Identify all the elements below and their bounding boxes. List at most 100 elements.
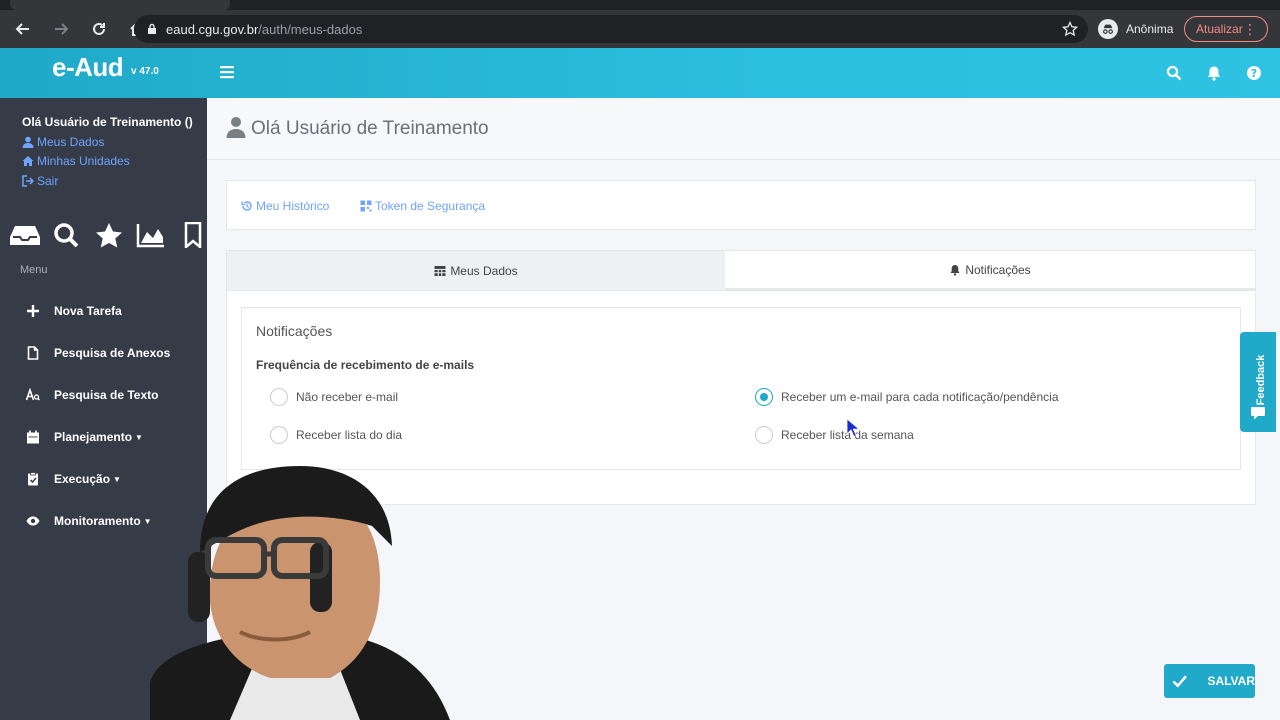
mouse-cursor-icon — [846, 418, 860, 438]
feedback-label: Feedback — [1255, 354, 1267, 406]
menu-item-label: Pesquisa de Anexos — [54, 346, 171, 360]
url-path: /auth/meus-dados — [258, 21, 363, 37]
help-icon[interactable]: ? — [1246, 65, 1262, 81]
security-token-link[interactable]: Token de Segurança — [360, 199, 485, 213]
area-chart-icon[interactable] — [136, 222, 166, 248]
radio-no-email[interactable] — [270, 388, 288, 406]
feedback-tab[interactable]: Feedback — [1240, 332, 1276, 432]
profile-tabs: Meus Dados Notificações — [226, 250, 1256, 291]
radio-daily-list[interactable] — [270, 426, 288, 444]
calendar-icon — [27, 430, 39, 444]
brand-logo[interactable]: e-Aud — [52, 52, 124, 83]
caret-down-icon: ▼ — [135, 432, 143, 442]
file-icon — [27, 346, 39, 360]
clipboard-check-icon — [28, 472, 38, 486]
panel-title: Notificações — [256, 323, 333, 339]
incognito-profile[interactable]: Anônima — [1098, 19, 1173, 39]
plus-icon — [27, 305, 39, 317]
tab-notifications[interactable]: Notificações — [725, 251, 1255, 290]
menu-item-execution[interactable]: Execução ▼ — [26, 472, 121, 486]
logout-link[interactable]: Sair — [22, 174, 58, 188]
qrcode-icon — [360, 200, 372, 212]
lock-icon — [148, 23, 156, 34]
app-header: e-Aud v 47.0 ? — [0, 48, 1280, 98]
bookmark-icon[interactable] — [178, 222, 208, 248]
history-link-label: Meu Histórico — [256, 199, 330, 213]
logout-label: Sair — [37, 174, 59, 188]
hamburger-menu-icon[interactable] — [220, 65, 234, 79]
option-daily-list[interactable]: Receber lista do dia — [270, 426, 402, 444]
radio-each-notification[interactable] — [755, 388, 773, 406]
my-units-link[interactable]: Minhas Unidades — [22, 154, 130, 168]
profile-label: Anônima — [1126, 22, 1174, 36]
url-host: eaud.cgu.gov.br — [166, 21, 259, 37]
option-each-notification[interactable]: Receber um e-mail para cada notificação/… — [755, 388, 1059, 406]
webcam-presenter-overlay — [150, 466, 450, 720]
update-label: Atualizar — [1196, 22, 1243, 36]
arrow-left-icon — [15, 23, 29, 35]
arrow-right-icon — [55, 23, 69, 35]
radio-weekly-list[interactable] — [755, 426, 773, 444]
bookmark-star-icon[interactable] — [1062, 21, 1078, 37]
tab-label: Notificações — [965, 262, 1031, 277]
menu-item-monitoring[interactable]: Monitoramento ▼ — [26, 514, 152, 528]
menu-item-text-search[interactable]: Pesquisa de Texto — [26, 388, 158, 402]
eye-icon — [26, 516, 40, 526]
user-greeting: Olá Usuário de Treinamento () — [22, 115, 193, 129]
menu-item-new-task[interactable]: Nova Tarefa — [26, 304, 122, 318]
search-icon[interactable] — [52, 222, 82, 248]
brand-version: v 47.0 — [131, 66, 159, 77]
save-button[interactable]: SALVAR — [1164, 664, 1255, 698]
search-icon[interactable] — [1166, 65, 1182, 81]
tab-my-data[interactable]: Meus Dados — [227, 251, 725, 290]
page-title: Olá Usuário de Treinamento — [251, 118, 489, 139]
option-label: Receber um e-mail para cada notificação/… — [781, 390, 1059, 404]
user-icon — [22, 136, 34, 148]
incognito-icon — [1098, 19, 1118, 39]
text-search-icon — [26, 388, 40, 401]
user-icon — [226, 117, 246, 138]
menu-item-label: Planejamento — [54, 430, 133, 444]
notifications-panel: Notificações Frequência de recebimento d… — [241, 307, 1241, 470]
menu-item-label: Pesquisa de Texto — [54, 388, 159, 402]
comment-icon — [1251, 407, 1265, 420]
option-weekly-list[interactable]: Receber lista da semana — [755, 426, 914, 444]
history-icon — [241, 201, 252, 211]
menu-item-label: Monitoramento — [54, 514, 141, 528]
menu-item-planning[interactable]: Planejamento ▼ — [26, 430, 143, 444]
menu-item-label: Execução — [54, 472, 111, 486]
home-icon — [22, 156, 34, 166]
caret-down-icon: ▼ — [113, 474, 121, 484]
my-data-link[interactable]: Meus Dados — [22, 135, 104, 149]
reload-button[interactable] — [84, 14, 114, 44]
my-data-label: Meus Dados — [37, 135, 105, 149]
svg-text:?: ? — [1251, 67, 1257, 80]
save-label: SALVAR — [1207, 674, 1255, 688]
inbox-icon[interactable] — [10, 222, 40, 248]
browser-tabstrip — [0, 0, 1280, 10]
frequency-label: Frequência de recebimento de e-mails — [256, 358, 475, 372]
menu-label: Menu — [20, 264, 48, 276]
my-units-label: Minhas Unidades — [37, 154, 130, 168]
star-icon[interactable] — [94, 222, 124, 248]
address-bar[interactable]: eaud.cgu.gov.br/auth/meus-dados — [134, 15, 1088, 43]
menu-item-attachment-search[interactable]: Pesquisa de Anexos — [26, 346, 170, 360]
option-no-email[interactable]: Não receber e-mail — [270, 388, 398, 406]
update-button[interactable]: Atualizar ⋮ — [1184, 16, 1268, 42]
bell-icon[interactable] — [1206, 65, 1222, 81]
option-label: Não receber e-mail — [296, 390, 399, 404]
reload-icon — [93, 22, 105, 35]
bell-icon — [950, 264, 960, 276]
tab-label: Meus Dados — [450, 263, 518, 278]
more-vertical-icon[interactable]: ⋮ — [1243, 21, 1257, 37]
forward-button[interactable] — [46, 14, 76, 44]
browser-tab[interactable] — [10, 0, 230, 10]
sign-out-icon — [22, 175, 34, 187]
profile-links-box: Meu Histórico Token de Segurança — [226, 180, 1256, 230]
table-icon — [434, 265, 446, 276]
back-button[interactable] — [8, 14, 38, 44]
check-icon — [1172, 675, 1187, 688]
security-token-label: Token de Segurança — [375, 199, 486, 213]
history-link[interactable]: Meu Histórico — [241, 199, 329, 213]
page-title-bar: Olá Usuário de Treinamento — [207, 98, 1280, 160]
